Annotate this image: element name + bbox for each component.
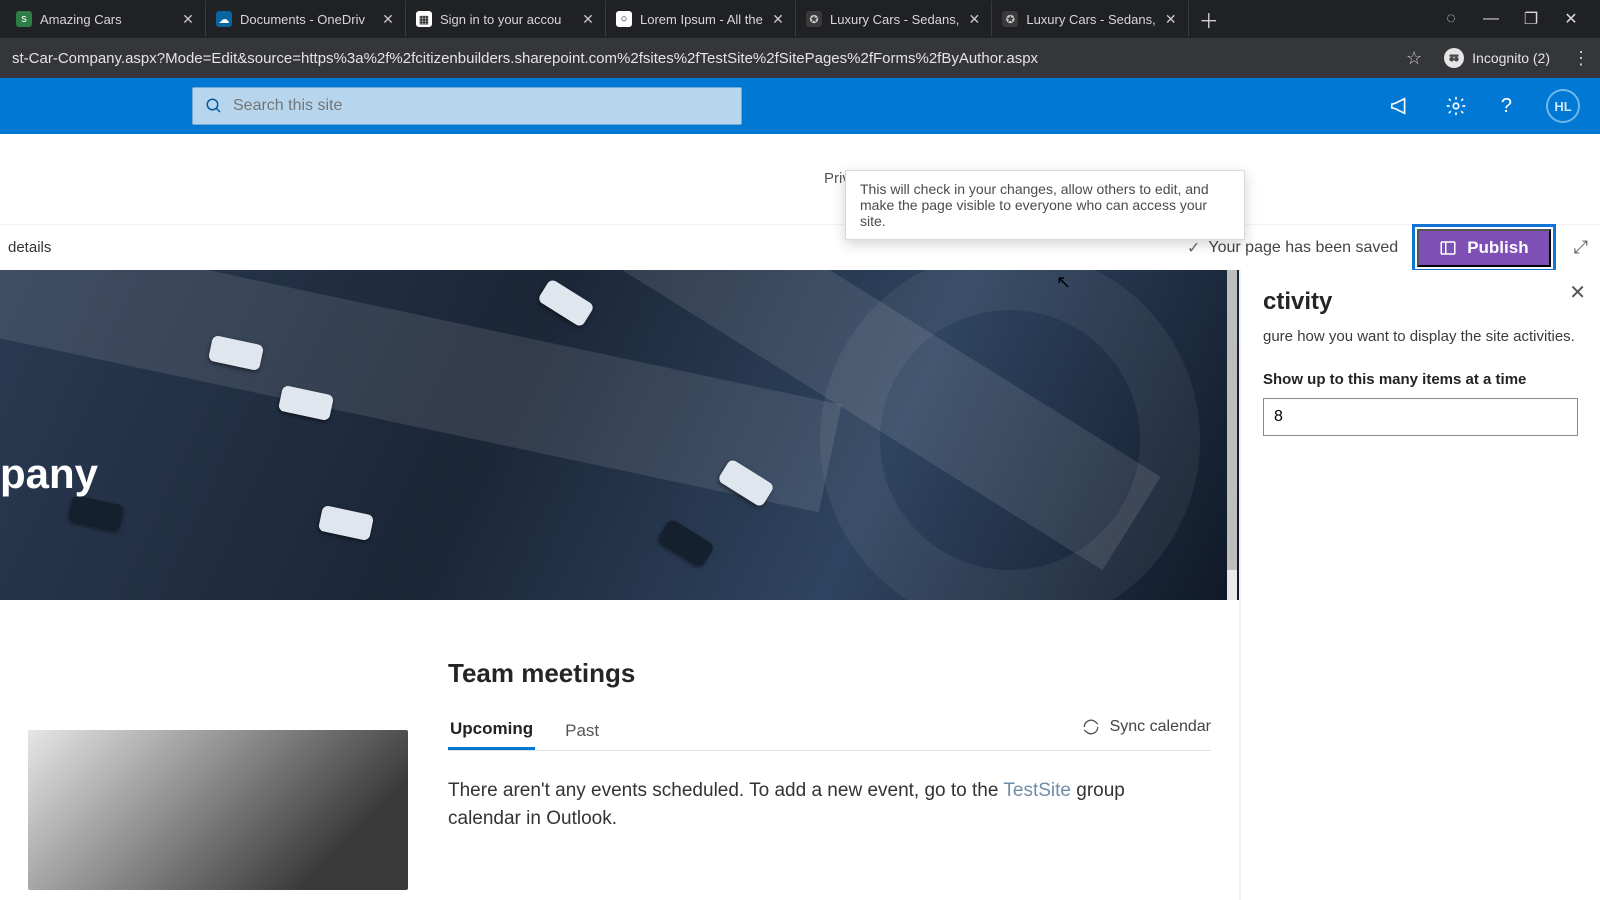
help-icon[interactable]: ? [1501, 95, 1512, 118]
page-saved-status: ✓ Your page has been saved [1187, 238, 1398, 258]
bookmark-star-icon[interactable]: ☆ [1406, 48, 1422, 69]
incognito-indicator[interactable]: Incognito (2) [1444, 48, 1550, 68]
new-tab-button[interactable]: ＋ [1195, 5, 1223, 33]
user-avatar[interactable]: HL [1546, 89, 1580, 123]
page-command-bar: details ✓ Your page has been saved Publi… [0, 224, 1600, 270]
tab-title: Lorem Ipsum - All the [640, 12, 763, 27]
tab-favicon: ✪ [1002, 11, 1018, 27]
tab-close-icon[interactable]: ✕ [581, 12, 595, 26]
tab-favicon: ○ [616, 11, 632, 27]
tab-favicon: ▦ [416, 11, 432, 27]
browser-tab[interactable]: ☁ Documents - OneDriv ✕ [206, 1, 406, 37]
settings-gear-icon[interactable] [1445, 95, 1467, 117]
window-restore-icon[interactable]: ❐ [1522, 10, 1540, 28]
browser-omnibar: st-Car-Company.aspx?Mode=Edit&source=htt… [0, 38, 1600, 78]
tab-close-icon[interactable]: ✕ [1164, 12, 1178, 26]
checkmark-icon: ✓ [1187, 238, 1200, 258]
window-close-icon[interactable]: ✕ [1562, 10, 1580, 28]
site-search-input[interactable] [233, 97, 729, 115]
property-pane-close-icon[interactable]: ✕ [1563, 274, 1592, 311]
sync-label: Sync calendar [1110, 718, 1211, 736]
events-tab-past[interactable]: Past [563, 713, 601, 749]
browser-tab[interactable]: s Amazing Cars ✕ [6, 1, 206, 37]
publish-icon [1439, 239, 1457, 257]
saved-label: Your page has been saved [1208, 239, 1398, 257]
tab-title: Sign in to your accou [440, 12, 573, 27]
tab-title: Documents - OneDriv [240, 12, 373, 27]
items-count-label: Show up to this many items at a time [1263, 371, 1578, 388]
tab-title: Luxury Cars - Sedans, [830, 12, 959, 27]
refresh-icon [1082, 718, 1100, 736]
browser-tab[interactable]: ✪ Luxury Cars - Sedans, ✕ [992, 1, 1188, 37]
hero-banner[interactable]: pany [0, 270, 1239, 600]
tab-favicon: s [16, 11, 32, 27]
window-minimize-icon[interactable]: — [1482, 10, 1500, 28]
hero-title[interactable]: pany [0, 450, 98, 498]
incognito-label: Incognito (2) [1472, 50, 1550, 66]
megaphone-icon[interactable] [1389, 95, 1411, 117]
tab-title: Luxury Cars - Sedans, [1026, 12, 1155, 27]
browser-tab[interactable]: ✪ Luxury Cars - Sedans, ✕ [796, 1, 992, 37]
tab-title: Amazing Cars [40, 12, 173, 27]
browser-tab[interactable]: ○ Lorem Ipsum - All the ✕ [606, 1, 796, 37]
events-title: Team meetings [448, 658, 1211, 689]
url-text[interactable]: st-Car-Company.aspx?Mode=Edit&source=htt… [10, 50, 1394, 67]
browser-tab[interactable]: ▦ Sign in to your accou ✕ [406, 1, 606, 37]
window-controls: ◌ — ❐ ✕ [1442, 10, 1594, 28]
property-pane: ✕ ctivity gure how you want to display t… [1240, 270, 1600, 900]
expand-icon[interactable]: ⤢ [1570, 233, 1592, 262]
incognito-icon [1444, 48, 1464, 68]
browser-menu-icon[interactable]: ⋮ [1572, 48, 1590, 69]
image-webpart[interactable] [28, 730, 408, 890]
testsite-link[interactable]: TestSite [1003, 780, 1071, 801]
publish-label: Publish [1467, 238, 1528, 258]
site-header: Priv [0, 134, 1600, 224]
app-bar: ? HL [0, 78, 1600, 134]
tab-close-icon[interactable]: ✕ [381, 12, 395, 26]
tab-close-icon[interactable]: ✕ [181, 12, 195, 26]
tab-favicon: ☁ [216, 11, 232, 27]
search-icon [205, 97, 223, 115]
property-pane-title: ctivity [1263, 288, 1578, 316]
account-dot-icon[interactable]: ◌ [1442, 10, 1460, 28]
events-tab-upcoming[interactable]: Upcoming [448, 711, 535, 750]
publish-tooltip: This will check in your changes, allow o… [845, 170, 1245, 240]
tab-close-icon[interactable]: ✕ [771, 12, 785, 26]
page-canvas: pany Team meetings Upcoming Past Sync ca… [0, 270, 1240, 900]
property-pane-description: gure how you want to display the site ac… [1263, 328, 1578, 345]
canvas-scrollbar-thumb[interactable] [1227, 270, 1237, 570]
tab-close-icon[interactable]: ✕ [967, 12, 981, 26]
items-count-input[interactable] [1263, 398, 1578, 436]
site-search[interactable] [192, 87, 742, 125]
events-webpart[interactable]: Team meetings Upcoming Past Sync calenda… [448, 630, 1211, 890]
browser-tabstrip: s Amazing Cars ✕ ☁ Documents - OneDriv ✕… [0, 0, 1600, 38]
page-body: pany Team meetings Upcoming Past Sync ca… [0, 270, 1600, 900]
page-details-button[interactable]: details [8, 239, 51, 256]
publish-button[interactable]: Publish [1417, 229, 1550, 267]
events-empty-message: There aren't any events scheduled. To ad… [448, 777, 1128, 832]
tab-favicon: ✪ [806, 11, 822, 27]
publish-highlight: Publish [1412, 224, 1555, 272]
sync-calendar-button[interactable]: Sync calendar [1082, 718, 1211, 736]
